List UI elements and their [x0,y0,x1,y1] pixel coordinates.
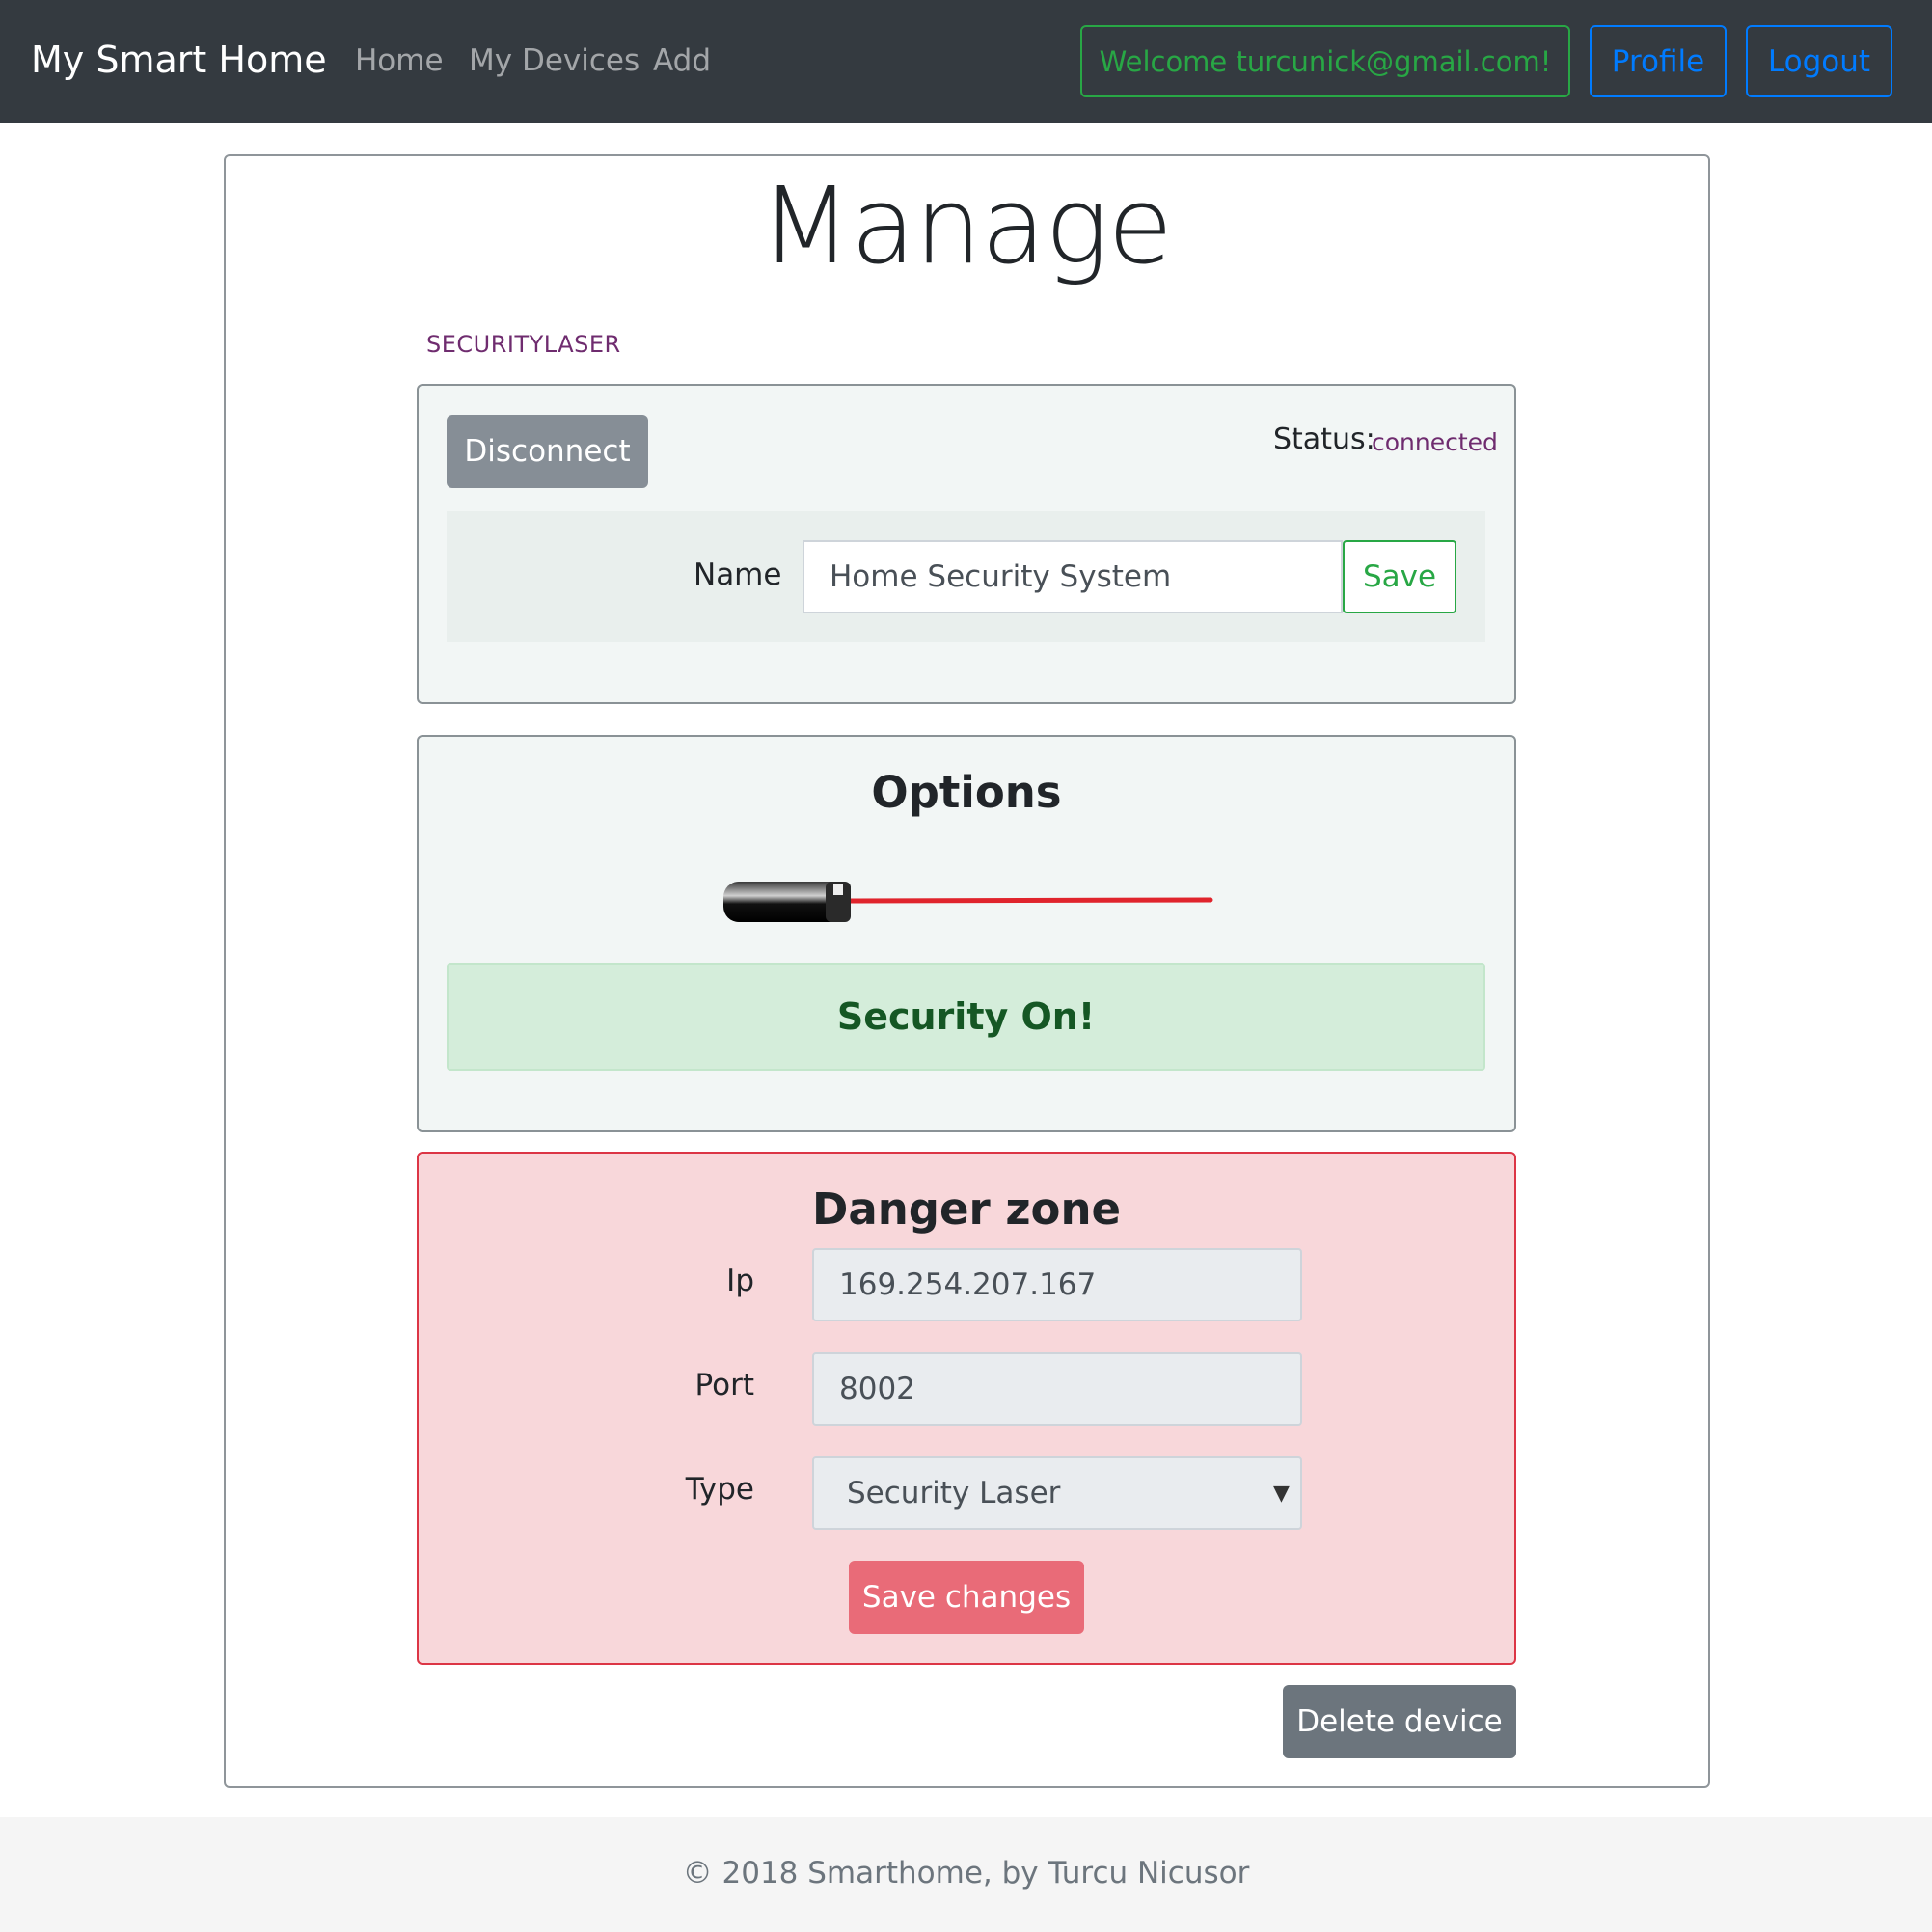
port-field[interactable]: 8002 [812,1352,1302,1426]
save-name-button[interactable]: Save [1343,540,1456,613]
ip-field[interactable]: 169.254.207.167 [812,1248,1302,1321]
nav-add-link[interactable]: Add [653,43,711,78]
type-label: Type [685,1472,754,1507]
security-status-alert: Security On! [447,963,1485,1071]
name-label: Name [694,558,782,592]
device-type-label: SECURITYLASER [426,331,621,358]
danger-zone-title: Danger zone [811,1184,1121,1235]
disconnect-button[interactable]: Disconnect [447,415,648,488]
options-title: Options [871,767,1062,818]
save-changes-button[interactable]: Save changes [849,1561,1084,1634]
name-input[interactable]: Home Security System [803,540,1343,613]
port-label: Port [694,1368,754,1402]
brand-link[interactable]: My Smart Home [31,39,327,81]
status-value: connected [1372,428,1498,456]
delete-device-button[interactable]: Delete device [1283,1685,1516,1758]
welcome-button[interactable]: Welcome turcunick@gmail.com! [1080,25,1570,97]
footer-text: © 2018 Smarthome, by Turcu Nicusor [682,1856,1250,1891]
nav-my-devices-link[interactable]: My Devices [469,43,639,78]
profile-button[interactable]: Profile [1590,25,1727,97]
logout-button[interactable]: Logout [1746,25,1892,97]
laser-pointer-icon[interactable] [714,868,1215,955]
page-title: Manage [759,164,1173,287]
chevron-down-icon[interactable]: ▼ [1273,1482,1290,1506]
nav-home-link[interactable]: Home [355,43,444,78]
type-select[interactable]: Security Laser [812,1456,1302,1530]
ip-label: Ip [726,1264,754,1298]
status-label: Status: [1273,422,1375,456]
